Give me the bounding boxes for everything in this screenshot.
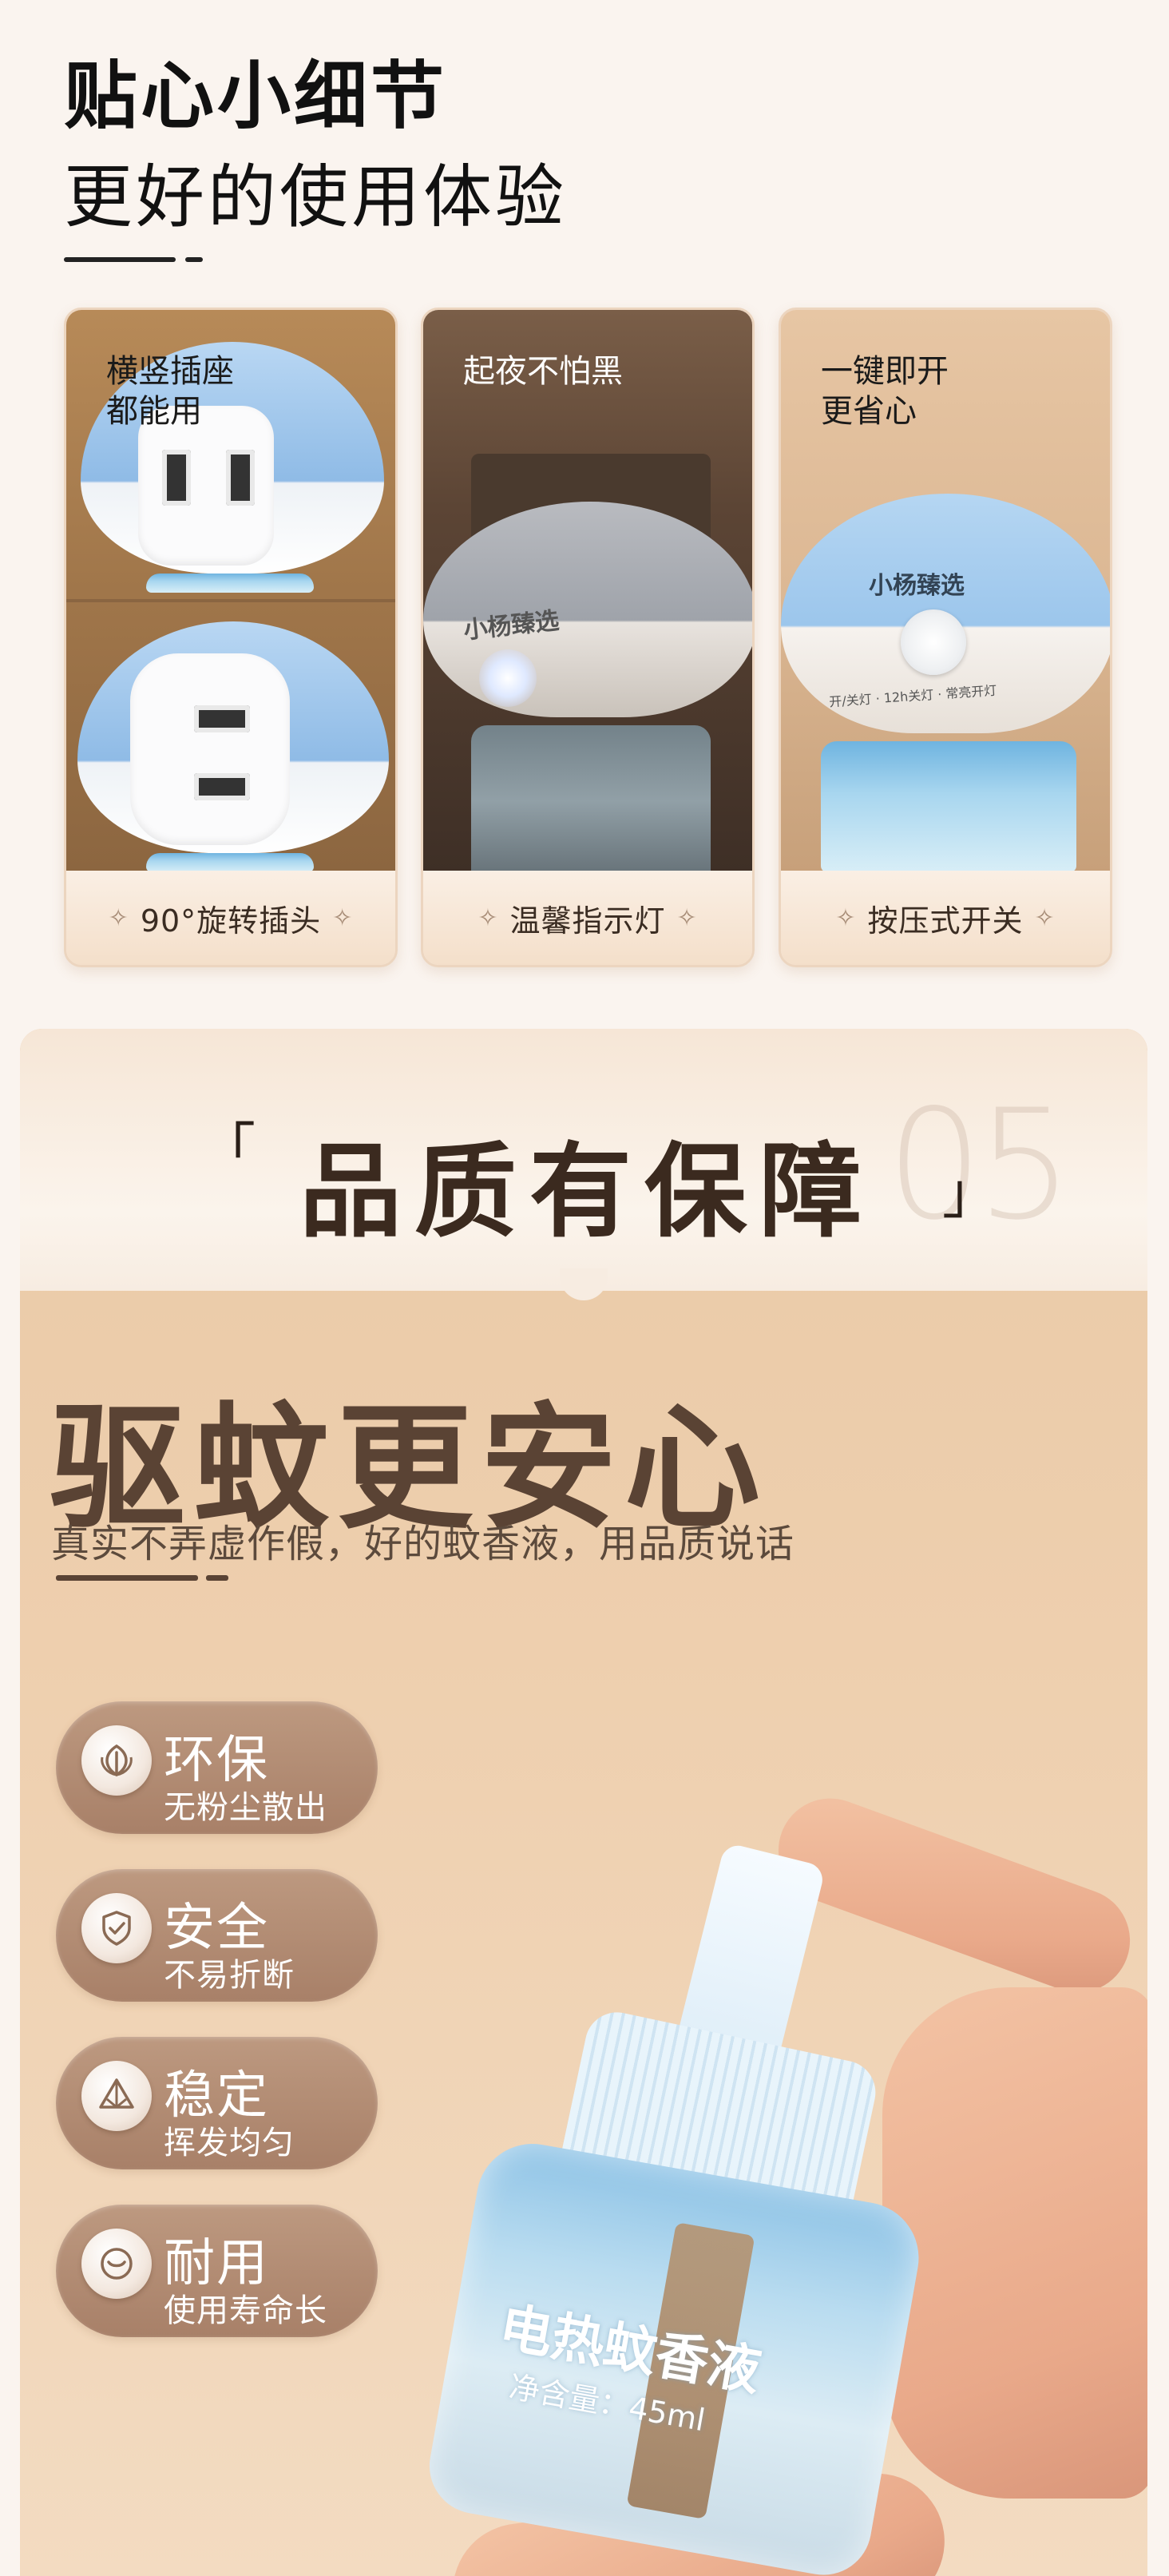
card-label: 横竖插座 都能用 [106,353,234,430]
title-underline-dash [185,257,203,262]
plug-pin [194,705,250,732]
headline-underline-dash [206,1575,228,1581]
plug-pin [194,773,250,800]
feature-pill-safe: 安全 不易折断 [56,1869,378,2002]
power-button-glow [479,649,537,707]
plug-pin [226,450,255,506]
sparkle-icon: ✧ [332,903,354,932]
sparkle-icon: ✧ [835,903,857,932]
pill-subtitle: 无粉尘散出 [164,1789,327,1826]
banner-notch [560,1268,608,1300]
headline-underline [56,1575,198,1581]
power-button [901,609,966,675]
caption-text: 90°旋转插头 [140,903,322,939]
feature-pill-durable: 耐用 使用寿命长 [56,2205,378,2337]
sparkle-icon: ✧ [108,903,129,932]
device-brand: 小杨臻选 [869,572,965,600]
banner-title: 品质有保障 [299,1133,875,1252]
clock-icon [81,2229,152,2299]
card-label: 起夜不怕黑 [463,353,623,390]
pill-subtitle: 挥发均匀 [164,2125,295,2161]
bracket-open: 「 [200,1117,256,1182]
feature-card-push-switch: 小杨臻选 开/关灯 · 12h关灯 · 常亮开灯 一键即开 更省心 ✧ 按压式开… [779,308,1112,967]
sparkle-icon: ✧ [676,903,698,932]
bracket-close: 」 [942,1161,998,1226]
card-caption: ✧ 90°旋转插头 ✧ [66,871,395,965]
hand-palm [882,1987,1147,2499]
feature-card-rotating-plug: 横竖插座 都能用 ✧ 90°旋转插头 ✧ [64,308,398,967]
card-caption: ✧ 温馨指示灯 ✧ [423,871,752,965]
section-subtitle: 更好的使用体验 [64,157,567,237]
photo-divider [66,599,395,602]
bottle-glass [471,725,711,872]
plug-pin [162,450,191,506]
pyramid-icon [81,2061,152,2131]
caption-text: 按压式开关 [867,903,1024,939]
pill-subtitle: 不易折断 [164,1957,295,1994]
headline-description: 真实不弄虚作假，好的蚊香液，用品质说话 [51,1522,795,1566]
shield-check-icon [81,1893,152,1963]
plug-face-horizontal [130,653,290,845]
sparkle-icon: ✧ [478,903,499,932]
bottle-glass [821,741,1076,872]
hand-index-finger [763,1784,1145,2007]
feature-pill-stable: 稳定 挥发均匀 [56,2037,378,2169]
section-title: 贴心小细节 [64,54,448,139]
title-underline [64,257,176,262]
pill-subtitle: 使用寿命长 [164,2292,327,2329]
bottle-glass [146,574,314,593]
card-caption: ✧ 按压式开关 ✧ [781,871,1110,965]
leaf-icon [81,1725,152,1796]
sparkle-icon: ✧ [1034,903,1056,932]
feature-card-indicator-light: 小杨臻选 起夜不怕黑 ✧ 温馨指示灯 ✧ [421,308,755,967]
feature-pill-eco: 环保 无粉尘散出 [56,1701,378,1834]
card-photo-night: 小杨臻选 [423,310,752,872]
card-label: 一键即开 更省心 [821,353,949,430]
caption-text: 温馨指示灯 [509,903,666,939]
bottle-glass [146,853,314,872]
